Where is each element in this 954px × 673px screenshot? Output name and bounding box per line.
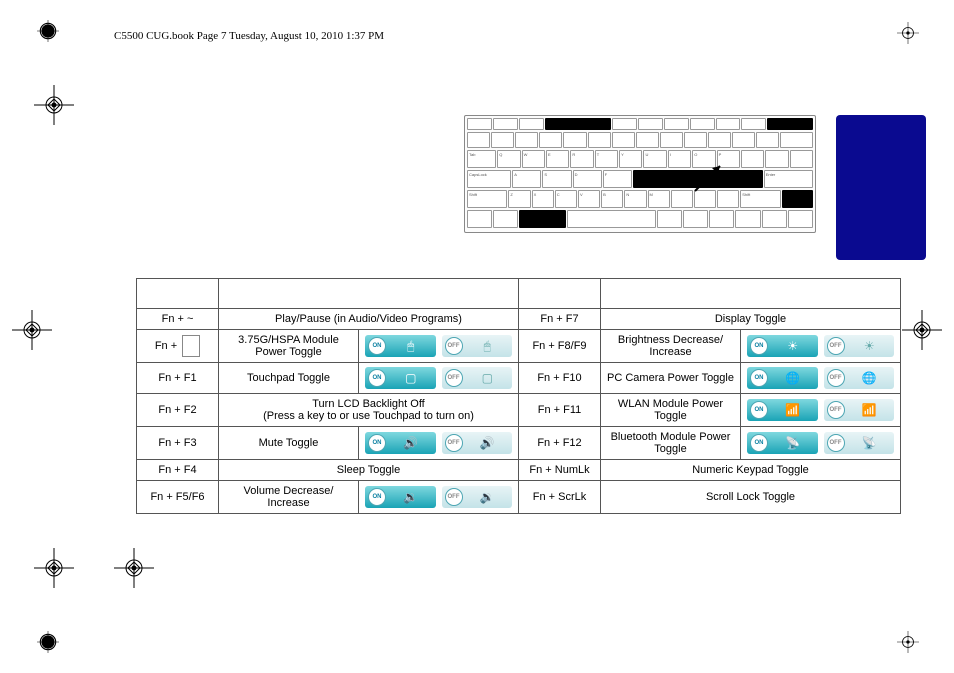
icon-cell: ON🔉 OFF🔉	[359, 481, 519, 514]
section-tab	[836, 115, 926, 260]
function-cell: Volume Decrease/ Increase	[219, 481, 359, 514]
toggle-off-icon: OFF🔊	[442, 432, 513, 454]
table-header-row	[137, 279, 901, 309]
table-row: Fn + F5/F6Volume Decrease/ Increase ON🔉 OF…	[137, 481, 901, 514]
key-cell: Fn + F8/F9	[519, 330, 601, 363]
key-cell: Fn + F2	[137, 394, 219, 427]
key-cell: Fn + F7	[519, 309, 601, 330]
toggle-on-icon: ON▢	[365, 367, 436, 389]
crop-mark-icon	[902, 310, 942, 350]
key-cell: Fn + F12	[519, 427, 601, 460]
toggle-off-icon: OFF🖱	[442, 335, 513, 357]
icon-cell: ON☀ OFF☀	[741, 330, 901, 363]
toggle-off-icon: OFF🔉	[442, 486, 513, 508]
function-cell: Scroll Lock Toggle	[601, 481, 901, 514]
function-cell: Bluetooth Module Power Toggle	[601, 427, 741, 460]
key-cell: Fn + ScrLk	[519, 481, 601, 514]
esc-key-icon	[182, 335, 200, 357]
function-cell: Play/Pause (in Audio/Video Programs)	[219, 309, 519, 330]
toggle-off-icon: OFF☀	[824, 335, 895, 357]
function-cell: 3.75G/HSPA Module Power Toggle	[219, 330, 359, 363]
toggle-on-icon: ON🖱	[365, 335, 436, 357]
toggle-on-icon: ON🔊	[365, 432, 436, 454]
key-cell: Fn + F10	[519, 363, 601, 394]
icon-cell: ON📡 OFF📡	[741, 427, 901, 460]
toggle-on-icon: ON🔉	[365, 486, 436, 508]
table-row: Fn + F3Mute Toggle ON🔊 OFF🔊 Fn + F12Bluetoo…	[137, 427, 901, 460]
toggle-off-icon: OFF🌐	[824, 367, 895, 389]
key-cell: Fn + ~	[137, 309, 219, 330]
key-cell: Fn + NumLk	[519, 460, 601, 481]
registration-mark-icon	[897, 631, 919, 653]
toggle-off-icon: OFF📡	[824, 432, 895, 454]
key-cell: Fn + F3	[137, 427, 219, 460]
table-row: Fn + ~Play/Pause (in Audio/Video Program…	[137, 309, 901, 330]
icon-cell: ON📶 OFF📶	[741, 394, 901, 427]
function-cell: Display Toggle	[601, 309, 901, 330]
toggle-on-icon: ON📶	[747, 399, 818, 421]
key-cell: Fn + F11	[519, 394, 601, 427]
function-cell: PC Camera Power Toggle	[601, 363, 741, 394]
function-cell: Mute Toggle	[219, 427, 359, 460]
icon-cell: ON🌐 OFF🌐	[741, 363, 901, 394]
toggle-on-icon: ON🌐	[747, 367, 818, 389]
toggle-off-icon: OFF▢	[442, 367, 513, 389]
icon-cell: ON🔊 OFF🔊	[359, 427, 519, 460]
key-cell: Fn + F1	[137, 363, 219, 394]
crop-mark-icon	[114, 548, 154, 588]
function-cell: Sleep Toggle	[219, 460, 519, 481]
table-row: Fn + 3.75G/HSPA Module Power Toggle ON🖱 OF…	[137, 330, 901, 363]
function-cell: Brightness Decrease/ Increase	[601, 330, 741, 363]
function-cell: Numeric Keypad Toggle	[601, 460, 901, 481]
toggle-off-icon: OFF📶	[824, 399, 895, 421]
key-cell: Fn + F5/F6	[137, 481, 219, 514]
icon-cell: ON▢ OFF▢	[359, 363, 519, 394]
toggle-on-icon: ON☀	[747, 335, 818, 357]
table-row: Fn + F4Sleep ToggleFn + NumLkNumeric Key…	[137, 460, 901, 481]
registration-mark-icon	[897, 22, 919, 44]
keyboard-illustration: TabQWERTYUIOP CapsLockASDFEnter ShiftZXC…	[464, 115, 816, 245]
crop-mark-icon	[12, 310, 52, 350]
pointer-arrow-icon	[690, 156, 730, 196]
table-row: Fn + F1Touchpad Toggle ON▢ OFF▢ Fn + F10PC …	[137, 363, 901, 394]
toggle-on-icon: ON📡	[747, 432, 818, 454]
function-cell: Touchpad Toggle	[219, 363, 359, 394]
icon-cell: ON🖱 OFF🖱	[359, 330, 519, 363]
table-row: Fn + F2Turn LCD Backlight Off (Press a k…	[137, 394, 901, 427]
key-cell: Fn +	[137, 330, 219, 363]
function-cell: Turn LCD Backlight Off (Press a key to o…	[219, 394, 519, 427]
page-header: C5500 CUG.book Page 7 Tuesday, August 10…	[114, 30, 384, 42]
registration-mark-icon	[37, 631, 59, 653]
function-cell: WLAN Module Power Toggle	[601, 394, 741, 427]
crop-mark-icon	[34, 85, 74, 125]
key-cell: Fn + F4	[137, 460, 219, 481]
fn-key-table: Fn + ~Play/Pause (in Audio/Video Program…	[136, 278, 901, 514]
registration-mark-icon	[37, 20, 59, 42]
crop-mark-icon	[34, 548, 74, 588]
